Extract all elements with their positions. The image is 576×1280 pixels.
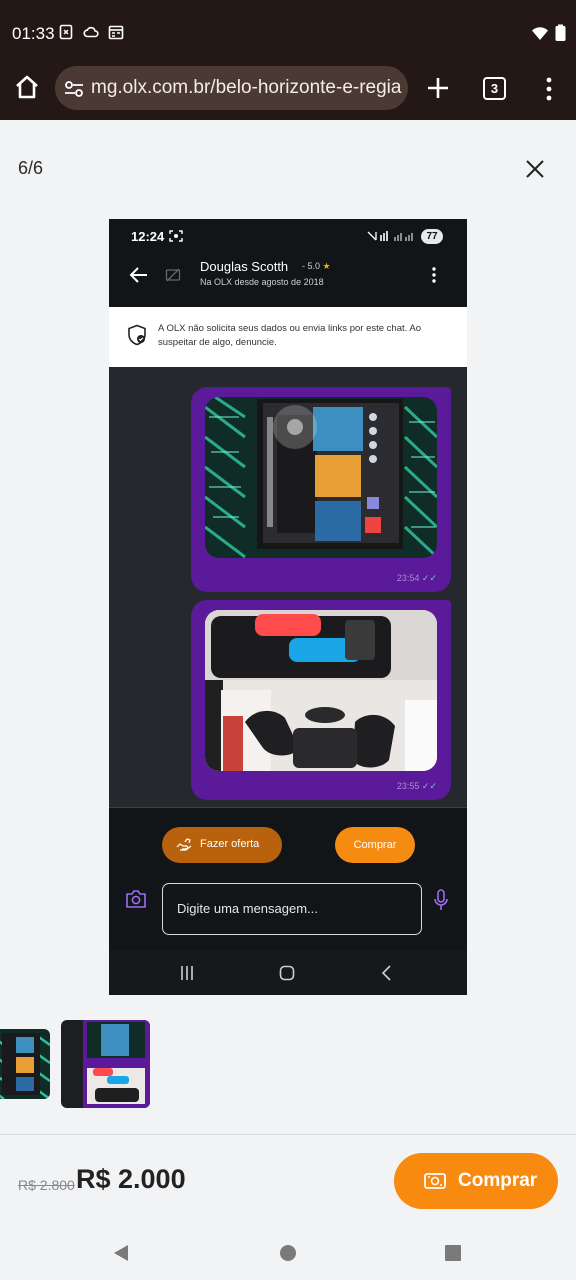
buy-button[interactable]: Comprar — [394, 1153, 558, 1209]
message-image-controllers — [205, 610, 437, 771]
close-icon — [526, 160, 544, 178]
money-icon — [424, 1173, 446, 1189]
thumbnail-6[interactable] — [61, 1020, 150, 1108]
chat-header: Douglas Scotth - 5.0 ★ Na OLX desde agos… — [109, 255, 467, 307]
safety-warning: A OLX não solicita seus dados ou envia l… — [109, 307, 467, 367]
site-settings-icon[interactable] — [63, 78, 85, 100]
home-button[interactable] — [12, 72, 44, 104]
message-image-console — [205, 397, 437, 558]
chat-actions: Fazer oferta Comprar Digite uma mensagem… — [109, 808, 467, 950]
star-icon: ★ — [322, 261, 331, 271]
message-time-1: 23:54 ✓✓ — [396, 573, 437, 583]
calendar-icon — [108, 24, 124, 40]
safety-warning-text: A OLX não solicita seus dados ou envia l… — [158, 323, 421, 348]
message-bubble-1: 23:54 ✓✓ — [191, 387, 451, 592]
image-counter: 6/6 — [18, 158, 44, 178]
shield-check-icon — [127, 324, 147, 346]
home-circle-icon — [279, 965, 295, 981]
photo-nav-bar — [109, 950, 467, 995]
system-nav-bar — [0, 1226, 576, 1280]
chat-messages: 23:54 ✓✓ 23:55 ✓✓ — [109, 367, 467, 807]
more-vertical-icon — [431, 266, 437, 284]
microphone-icon — [434, 889, 448, 911]
wifi-icon — [531, 24, 549, 42]
message-bubble-2: 23:55 ✓✓ — [191, 600, 451, 800]
sim-icon — [58, 24, 74, 40]
message-input-placeholder: Digite uma mensagem... — [177, 901, 318, 916]
offer-hand-icon — [176, 838, 192, 851]
nav-back-icon[interactable] — [112, 1244, 130, 1262]
current-price: R$ 2.000 — [76, 1164, 186, 1194]
status-time: 01:33 — [12, 24, 55, 43]
avatar-placeholder-icon — [165, 267, 181, 283]
home-icon — [16, 75, 38, 99]
price-bar: R$ 2.800 R$ 2.000 Comprar — [0, 1134, 576, 1226]
status-bar: 01:33 — [0, 0, 576, 64]
menu-icon — [546, 77, 552, 101]
nav-home-icon[interactable] — [279, 1244, 297, 1262]
new-tab-button[interactable] — [424, 74, 452, 102]
address-bar[interactable]: mg.olx.com.br/belo-horizonte-e-regia — [55, 66, 408, 110]
tab-switcher-button[interactable]: 3 — [483, 77, 506, 100]
seller-name: Douglas Scotth — [200, 259, 289, 274]
make-offer-button: Fazer oferta — [162, 827, 282, 863]
message-time-2: 23:55 ✓✓ — [396, 781, 437, 791]
nav-recents-icon[interactable] — [444, 1244, 462, 1262]
old-price: R$ 2.800 — [18, 1177, 75, 1193]
seller-rating: - 5.0 ★ — [302, 261, 331, 271]
browser-top-bar: 01:33 mg.olx.com.br/belo-horizonte-e-reg… — [0, 0, 576, 120]
double-check-icon: ✓✓ — [421, 781, 437, 791]
photo-battery: 77 — [421, 229, 443, 244]
buy-button-label: Comprar — [458, 1170, 538, 1191]
screenshot-icon — [169, 230, 183, 242]
battery-icon — [552, 24, 570, 42]
main-photo[interactable]: 12:24 77 Douglas Scotth - 5.0 ★ Na OLX d… — [109, 219, 467, 995]
double-check-icon: ✓✓ — [421, 573, 437, 583]
message-input: Digite uma mensagem... — [162, 883, 422, 935]
photo-status-time: 12:24 — [131, 229, 165, 244]
signal-icon — [367, 230, 413, 242]
camera-icon — [125, 889, 147, 909]
cloud-icon — [83, 24, 99, 40]
chat-buy-button: Comprar — [335, 827, 415, 863]
recent-apps-icon — [179, 965, 195, 981]
make-offer-label: Fazer oferta — [200, 838, 260, 850]
url-text[interactable]: mg.olx.com.br/belo-horizonte-e-regia — [91, 77, 401, 99]
thumbnail-5[interactable] — [0, 1029, 50, 1099]
plus-icon — [428, 78, 448, 98]
back-arrow-icon — [129, 265, 149, 285]
browser-menu-button[interactable] — [540, 76, 558, 102]
close-viewer-button[interactable] — [524, 158, 546, 180]
seller-since: Na OLX desde agosto de 2018 — [200, 277, 324, 287]
back-chevron-icon — [381, 965, 393, 981]
photo-status-bar: 12:24 77 — [109, 219, 467, 255]
